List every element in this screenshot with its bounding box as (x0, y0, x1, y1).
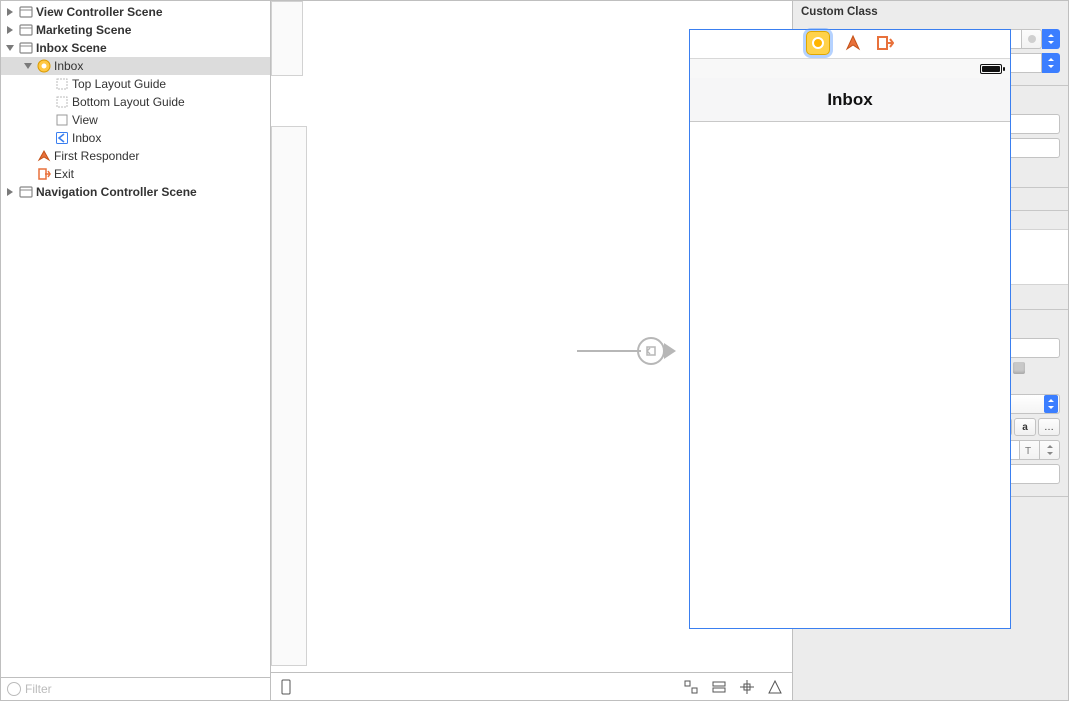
segue-arrow[interactable] (577, 337, 676, 365)
filter-input[interactable] (25, 682, 264, 696)
outline-filter-bar (1, 677, 270, 700)
scene-row-viewcontroller[interactable]: View Controller Scene (1, 3, 270, 21)
more-notes-icon[interactable]: … (1038, 418, 1060, 436)
scene-label: Inbox Scene (36, 41, 107, 55)
align-tool-icon[interactable] (682, 678, 700, 696)
svg-text:T: T (1025, 446, 1031, 455)
text-style-icon[interactable]: a (1014, 418, 1036, 436)
class-dropdown-button[interactable] (1042, 29, 1060, 49)
color-swatch[interactable] (1013, 362, 1025, 374)
canvas-bottom-bar (271, 672, 792, 700)
module-dropdown-button[interactable] (1042, 53, 1060, 73)
navigation-item-row[interactable]: Inbox (1, 129, 270, 147)
bottom-layout-guide-row[interactable]: Bottom Layout Guide (1, 93, 270, 111)
navigation-item-icon (54, 131, 69, 146)
disclosure-right-icon[interactable] (5, 187, 15, 197)
font-picker-button[interactable]: T (1020, 440, 1040, 460)
exit-icon (36, 167, 51, 182)
arrowhead-icon (664, 343, 676, 359)
filter-scope-icon[interactable] (7, 682, 21, 696)
clear-class-button[interactable] (1022, 29, 1042, 49)
viewcontroller-icon (36, 59, 51, 74)
navigation-title: Inbox (827, 90, 872, 110)
scene-row-navcontroller[interactable]: Navigation Controller Scene (1, 183, 270, 201)
vc-label: Inbox (54, 59, 83, 73)
font-stepper-button[interactable] (1040, 440, 1060, 460)
view-label: View (72, 113, 98, 127)
pin-tool-icon[interactable] (738, 678, 756, 696)
view-row[interactable]: View (1, 111, 270, 129)
view-icon (54, 113, 69, 128)
chevron-updown-icon (1044, 395, 1058, 413)
layout-guide-icon (54, 95, 69, 110)
disclosure-right-icon[interactable] (5, 25, 15, 35)
battery-icon (980, 64, 1002, 74)
exit-row[interactable]: Exit (1, 165, 270, 183)
view-controller-canvas[interactable]: Inbox (689, 29, 1011, 629)
status-bar (690, 58, 1010, 78)
scene-icon (18, 185, 33, 200)
document-outline: View Controller Scene Marketing Scene In… (1, 1, 271, 700)
disclosure-down-icon[interactable] (5, 43, 15, 53)
resolve-tool-icon[interactable] (766, 678, 784, 696)
outline-tree[interactable]: View Controller Scene Marketing Scene In… (1, 1, 270, 677)
scene-label: Navigation Controller Scene (36, 185, 197, 199)
disclosure-right-icon[interactable] (5, 7, 15, 17)
scene-row-marketing[interactable]: Marketing Scene (1, 21, 270, 39)
segue-line-icon (577, 350, 641, 352)
offscreen-scene[interactable] (271, 1, 303, 76)
exit-label: Exit (54, 167, 74, 181)
vc-row-inbox[interactable]: Inbox (1, 57, 270, 75)
top-layout-guide-row[interactable]: Top Layout Guide (1, 75, 270, 93)
device-selector-button[interactable] (279, 678, 297, 696)
first-responder-icon (36, 149, 51, 164)
first-responder-label: First Responder (54, 149, 139, 163)
scene-label: Marketing Scene (36, 23, 131, 37)
layout-guide-icon (54, 77, 69, 92)
custom-class-header: Custom Class (793, 1, 1068, 23)
scene-icon (18, 5, 33, 20)
stack-tool-icon[interactable] (710, 678, 728, 696)
layout-guide-label: Top Layout Guide (72, 77, 166, 91)
storyboard-canvas[interactable]: Inbox (271, 1, 793, 700)
navigation-item-label: Inbox (72, 131, 101, 145)
disclosure-down-icon[interactable] (23, 61, 33, 71)
first-responder-row[interactable]: First Responder (1, 147, 270, 165)
segue-kind-icon (637, 337, 665, 365)
scene-row-inbox[interactable]: Inbox Scene (1, 39, 270, 57)
navigation-bar[interactable]: Inbox (690, 78, 1010, 122)
scene-icon (18, 23, 33, 38)
layout-guide-label: Bottom Layout Guide (72, 95, 185, 109)
offscreen-scene[interactable] (271, 126, 307, 666)
scene-label: View Controller Scene (36, 5, 163, 19)
scene-icon (18, 41, 33, 56)
